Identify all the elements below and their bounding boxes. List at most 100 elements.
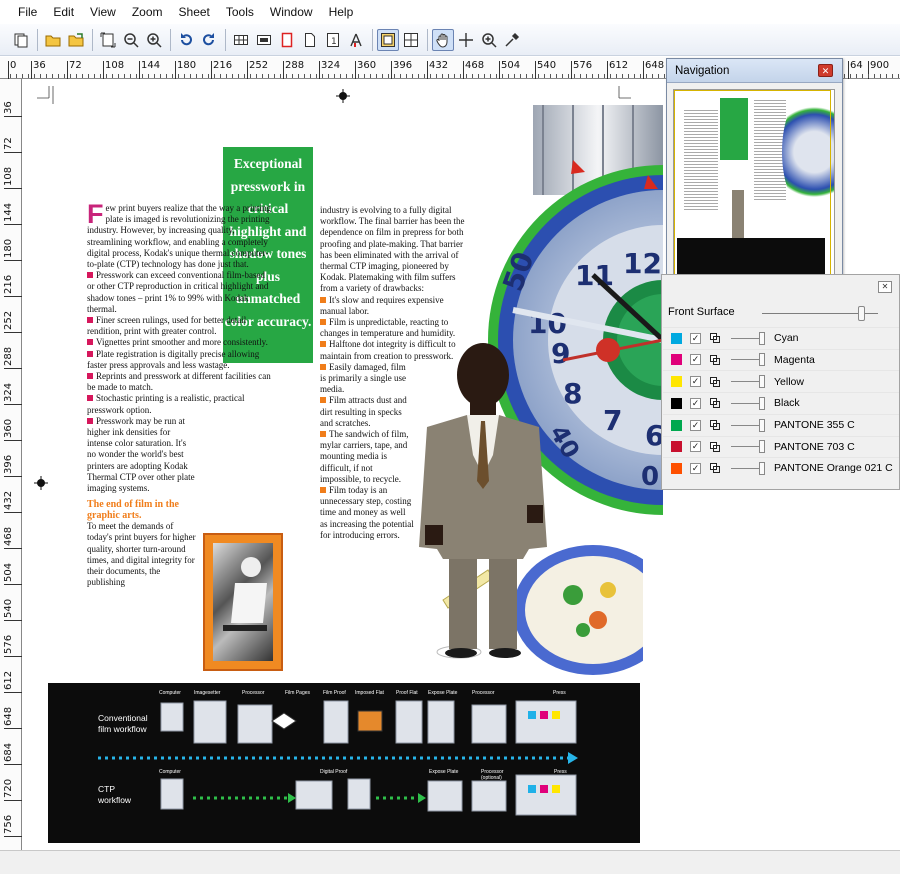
ruler-label: 108 xyxy=(3,166,14,186)
ruler-minor-tick xyxy=(268,74,269,78)
separation-row[interactable]: ✓ PANTONE Orange 021 C xyxy=(663,457,899,479)
ruler-minor-tick xyxy=(646,74,647,78)
ruler-minor-tick xyxy=(112,74,113,78)
menu-edit[interactable]: Edit xyxy=(45,0,82,24)
menu-help[interactable]: Help xyxy=(321,0,362,24)
crosshair-icon[interactable] xyxy=(455,29,477,51)
page-icon[interactable] xyxy=(299,29,321,51)
ruler-label: 72 xyxy=(69,60,82,71)
bullet-item: Finer screen rulings, used for better de… xyxy=(87,315,247,337)
zoom-out-icon[interactable] xyxy=(120,29,142,51)
svg-text:1: 1 xyxy=(331,37,337,47)
menu-zoom[interactable]: Zoom xyxy=(124,0,171,24)
visibility-checkbox[interactable]: ✓ xyxy=(690,441,701,453)
ruler-tick xyxy=(175,61,176,79)
menu-window[interactable]: Window xyxy=(262,0,321,24)
ruler-minor-tick xyxy=(340,74,341,78)
ruler-minor-tick xyxy=(370,74,371,78)
ruler-minor-tick xyxy=(388,74,389,78)
density-slider[interactable] xyxy=(731,331,765,345)
ruler-tick xyxy=(4,620,22,621)
ruler-tick xyxy=(4,404,22,405)
ruler-tick xyxy=(4,368,22,369)
separation-row[interactable]: ✓ PANTONE 355 C xyxy=(663,413,899,436)
overprint-icon[interactable] xyxy=(709,441,721,453)
density-slider[interactable] xyxy=(731,461,765,475)
visibility-checkbox[interactable]: ✓ xyxy=(690,332,701,344)
overprint-icon[interactable] xyxy=(709,354,721,366)
visibility-checkbox[interactable]: ✓ xyxy=(690,397,701,409)
ruler-minor-tick xyxy=(334,74,335,78)
ruler-tick xyxy=(283,61,284,79)
navigation-thumbnail[interactable] xyxy=(673,89,835,279)
ruler-minor-tick xyxy=(352,74,353,78)
overprint-icon[interactable] xyxy=(709,332,721,344)
overprint-icon[interactable] xyxy=(709,462,721,474)
bullet-item: Reprints and presswork at different faci… xyxy=(87,371,271,393)
preview-icon[interactable] xyxy=(253,29,275,51)
single-view-icon[interactable] xyxy=(377,28,399,51)
density-slider[interactable] xyxy=(731,440,765,454)
ruler-minor-tick xyxy=(466,74,467,78)
separation-row[interactable]: ✓ Magenta xyxy=(663,348,899,371)
ruler-minor-tick xyxy=(400,74,401,78)
document-page: 50 11 12 10 9 8 7 6 40 0 xyxy=(23,80,663,850)
overprint-icon[interactable] xyxy=(709,376,721,388)
visibility-checkbox[interactable]: ✓ xyxy=(690,354,701,366)
ruler-tick xyxy=(4,728,22,729)
close-icon[interactable]: ✕ xyxy=(878,281,892,293)
ruler-minor-tick xyxy=(94,74,95,78)
density-slider[interactable] xyxy=(731,353,765,367)
open-folder-icon[interactable] xyxy=(65,29,87,51)
visibility-checkbox[interactable]: ✓ xyxy=(690,419,701,431)
select-page-icon[interactable] xyxy=(10,29,32,51)
ruler-minor-tick xyxy=(622,74,623,78)
text-cursor-icon[interactable] xyxy=(345,29,367,51)
separation-row[interactable]: ✓ PANTONE 703 C xyxy=(663,435,899,458)
separation-row[interactable]: ✓ Yellow xyxy=(663,370,899,392)
ruler-tick xyxy=(4,584,22,585)
separation-row[interactable]: ✓ Cyan xyxy=(663,327,899,349)
color-swatch xyxy=(671,332,682,344)
close-icon[interactable]: ✕ xyxy=(818,64,833,77)
ruler-minor-tick xyxy=(484,74,485,78)
density-slider[interactable] xyxy=(731,418,765,432)
separation-row[interactable]: ✓ Black xyxy=(663,392,899,414)
fit-page-icon[interactable] xyxy=(97,29,119,51)
front-surface-slider-thumb[interactable] xyxy=(858,306,865,321)
density-slider[interactable] xyxy=(731,396,765,410)
rotate-ccw-icon[interactable] xyxy=(175,29,197,51)
ruler-tick xyxy=(848,61,849,79)
density-slider[interactable] xyxy=(731,375,765,389)
trim-box-icon[interactable] xyxy=(276,29,298,51)
intro-text: ew print buyers realize that the way a p… xyxy=(87,203,271,270)
split-view-icon[interactable] xyxy=(400,29,422,51)
ruler-minor-tick xyxy=(274,74,275,78)
magnifier-icon[interactable] xyxy=(478,29,500,51)
overprint-icon[interactable] xyxy=(709,419,721,431)
zoom-in-icon[interactable] xyxy=(143,29,165,51)
bullet-item: It's slow and requires expensive manual … xyxy=(320,294,444,316)
hand-tool-icon[interactable] xyxy=(432,28,454,51)
ruler-tick xyxy=(607,61,608,79)
visibility-checkbox[interactable]: ✓ xyxy=(690,462,701,474)
workflow-graphics xyxy=(98,700,578,816)
menu-file[interactable]: File xyxy=(10,0,45,24)
ruler-tick xyxy=(103,61,104,79)
menu-sheet[interactable]: Sheet xyxy=(171,0,218,24)
menu-view[interactable]: View xyxy=(82,0,124,24)
toolbar-separator xyxy=(170,28,171,51)
grid-icon[interactable] xyxy=(230,29,252,51)
eyedropper-icon[interactable] xyxy=(501,29,523,51)
ruler-minor-tick xyxy=(532,74,533,78)
ruler-tick xyxy=(427,61,428,79)
ruler-minor-tick xyxy=(172,74,173,78)
ruler-tick xyxy=(4,224,22,225)
open-file-icon[interactable] xyxy=(42,29,64,51)
overprint-icon[interactable] xyxy=(709,397,721,409)
ruler-label: 504 xyxy=(501,60,521,71)
rotate-cw-icon[interactable] xyxy=(198,29,220,51)
visibility-checkbox[interactable]: ✓ xyxy=(690,376,701,388)
page-number-icon[interactable]: 1 xyxy=(322,29,344,51)
menu-tools[interactable]: Tools xyxy=(218,0,262,24)
